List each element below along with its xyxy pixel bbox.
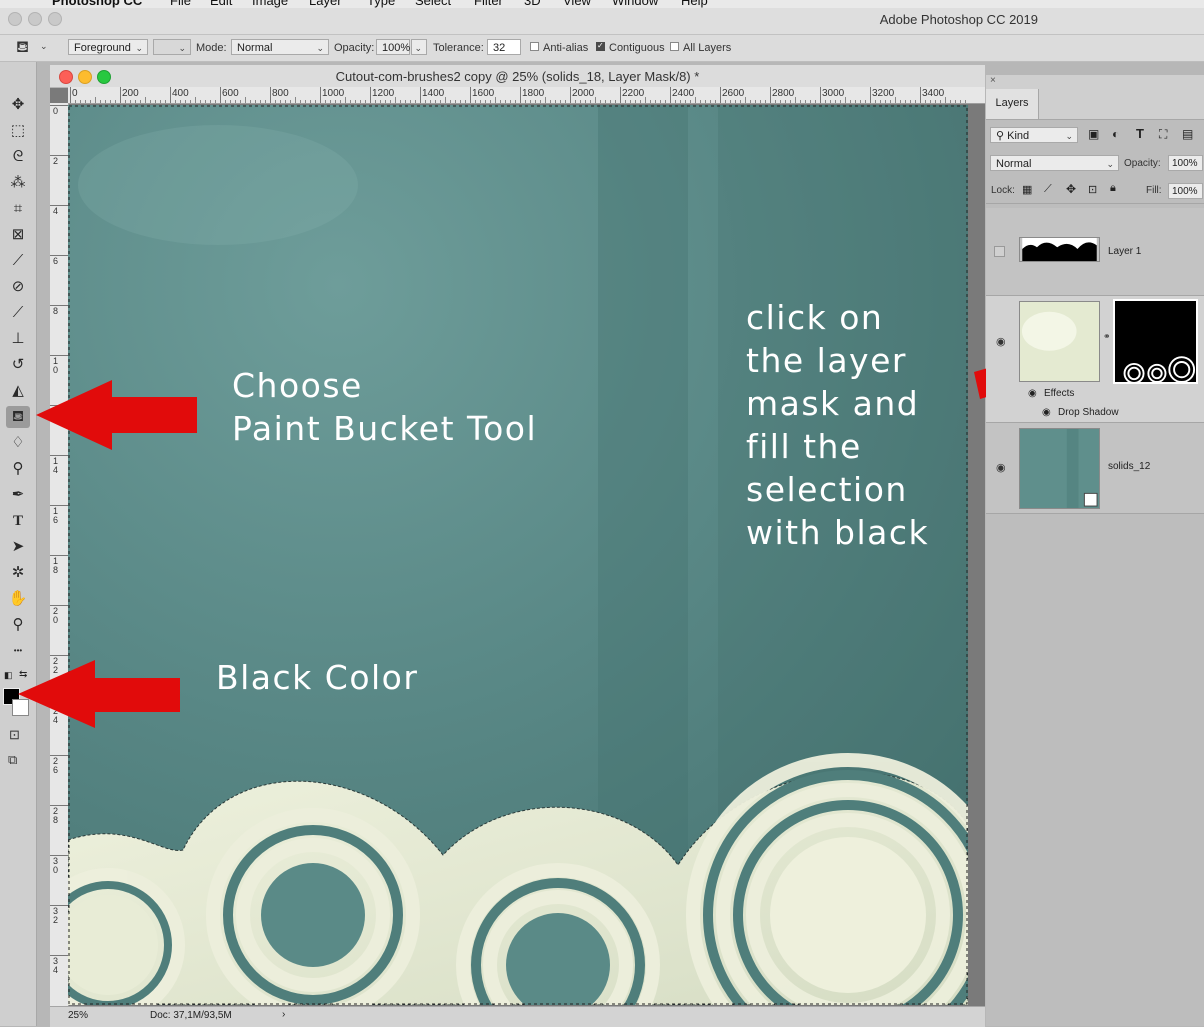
eye-icon[interactable]: ◉ <box>1042 407 1051 418</box>
eye-icon[interactable]: ◉ <box>996 461 1006 474</box>
layer-thumbnail <box>1019 428 1100 509</box>
layer-opacity-label: Opacity: <box>1124 158 1161 169</box>
fill-value: 100% <box>1172 186 1198 197</box>
layers-panel: × Layers ⚲ Kind ⌄ ▣ ◐ T ⛶ ▤ Normal ⌄ Opaci… <box>986 75 1204 1026</box>
layer-thumbnail[interactable] <box>1019 301 1100 382</box>
blend-mode-select[interactable]: Normal ⌄ <box>990 155 1119 171</box>
layer-row[interactable]: ◉ solids_12 <box>986 423 1204 514</box>
arrow-to-paint-bucket <box>36 380 197 450</box>
lock-transparency-icon[interactable]: ▦ <box>1022 183 1032 196</box>
filter-kind-select[interactable]: ⚲ Kind ⌄ <box>990 127 1078 143</box>
blend-mode-value: Normal <box>996 158 1032 170</box>
layer-row[interactable]: ◉ ⚭ ◉ Effects ◉ Drop Shadow <box>986 296 1204 423</box>
lock-row: Lock: ▦ ⟋ ✥ ⊡ 🔒︎ Fill: 100% <box>986 181 1204 204</box>
paint-bucket-annotation: Choose Paint Bucket Tool <box>232 366 538 448</box>
layer-name: Layer 1 <box>1108 246 1142 257</box>
layer-filter-row: ⚲ Kind ⌄ ▣ ◐ T ⛶ ▤ <box>986 125 1204 147</box>
visibility-toggle[interactable] <box>994 246 1005 257</box>
drop-shadow-effect[interactable]: Drop Shadow <box>1058 407 1119 418</box>
layer-name: solids_12 <box>1108 461 1151 472</box>
layer-thumbnail <box>1019 237 1100 262</box>
eye-icon[interactable]: ◉ <box>996 335 1006 348</box>
layer-opacity-value: 100% <box>1172 158 1198 169</box>
layer-mask-thumbnail[interactable] <box>1113 299 1198 384</box>
search-icon: ⚲ <box>996 130 1008 142</box>
panel-header: × <box>986 75 1204 90</box>
type-filter-icon[interactable]: T <box>1136 126 1144 141</box>
close-panel-icon[interactable]: × <box>990 75 996 86</box>
eye-icon[interactable]: ◉ <box>1028 388 1037 399</box>
black-color-annotation: Black Color <box>216 658 419 697</box>
blend-row: Normal ⌄ Opacity: 100% <box>986 153 1204 175</box>
lock-label: Lock: <box>991 185 1015 196</box>
link-icon[interactable]: ⚭ <box>1103 331 1111 342</box>
fill-field[interactable]: 100% <box>1168 183 1203 199</box>
layer-row[interactable]: Layer 1 <box>986 208 1204 296</box>
arrow-to-foreground-color <box>18 660 180 728</box>
lock-position-icon[interactable]: ✥ <box>1066 182 1076 196</box>
chevron-down-icon: ⌄ <box>1106 159 1114 169</box>
adjustment-filter-icon[interactable]: ◐ <box>1112 127 1119 141</box>
lock-all-icon[interactable]: 🔒︎ <box>1110 182 1116 195</box>
shape-filter-icon[interactable]: ⛶ <box>1159 127 1167 142</box>
fill-label: Fill: <box>1146 185 1162 196</box>
pixel-filter-icon[interactable]: ▣ <box>1088 127 1099 141</box>
chevron-down-icon: ⌄ <box>1065 131 1073 141</box>
filter-kind-value: Kind <box>1007 130 1030 142</box>
layer-mask-annotation: click on the layer mask and fill the sel… <box>746 298 930 552</box>
smart-object-filter-icon[interactable]: ▤ <box>1182 127 1193 141</box>
lock-pixels-icon[interactable]: ⟋ <box>1044 183 1052 196</box>
layer-opacity-field[interactable]: 100% <box>1168 155 1203 171</box>
panel-tab-bar: Layers <box>986 89 1204 120</box>
lock-artboard-icon[interactable]: ⊡ <box>1088 183 1097 196</box>
effects-label: Effects <box>1044 388 1075 399</box>
tab-layers[interactable]: Layers <box>986 89 1039 119</box>
